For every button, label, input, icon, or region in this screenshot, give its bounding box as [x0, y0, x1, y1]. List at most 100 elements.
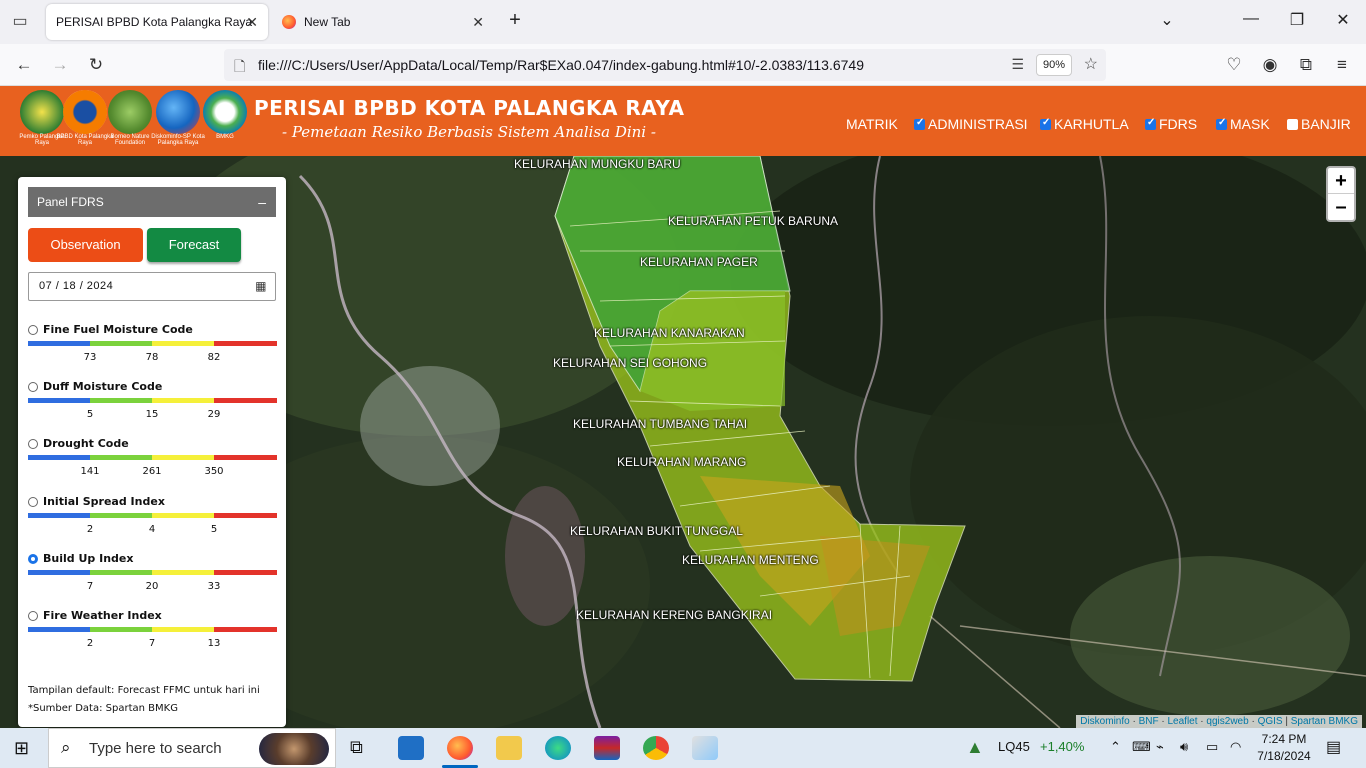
- attribution-link[interactable]: Leaflet: [1167, 716, 1197, 727]
- url-bar[interactable]: 🗋 file:///C:/Users/User/AppData/Local/Te…: [224, 49, 1106, 81]
- forecast-button[interactable]: Forecast: [147, 228, 241, 262]
- index-tick: 73: [83, 352, 97, 363]
- page-icon: 🗋: [234, 58, 246, 74]
- notification-icon[interactable]: ▤: [1326, 737, 1341, 757]
- taskbar-search[interactable]: ⌕ Type here to search: [48, 728, 336, 768]
- index-color-scale: [28, 398, 277, 403]
- show-hidden-icons-icon[interactable]: ⌃: [1110, 739, 1121, 755]
- observation-button[interactable]: Observation: [28, 228, 143, 262]
- index-color-scale: [28, 513, 277, 518]
- close-window-icon[interactable]: ✕: [1328, 10, 1358, 30]
- index-radio[interactable]: [28, 325, 38, 335]
- default-view-note: Tampilan default: Forecast FFMC untuk ha…: [28, 685, 260, 696]
- bmkg-logo: [203, 90, 247, 134]
- nav-karhutla[interactable]: KARHUTLA: [1040, 116, 1129, 132]
- edge-icon[interactable]: [545, 736, 571, 760]
- nav-mask[interactable]: MASK: [1216, 116, 1270, 132]
- file-explorer-icon[interactable]: [496, 736, 522, 760]
- windows-start-icon[interactable]: ⊞: [14, 738, 29, 759]
- banjir-checkbox[interactable]: [1287, 118, 1298, 130]
- firefox-icon[interactable]: [447, 736, 473, 760]
- index-tick: 2: [86, 638, 94, 649]
- close-tab-icon[interactable]: ✕: [472, 14, 484, 31]
- clock-time[interactable]: 7:24 PM: [1256, 732, 1312, 746]
- menu-icon[interactable]: ≡: [1330, 53, 1354, 77]
- pocket-icon[interactable]: ♡: [1222, 53, 1246, 77]
- nav-fdrs[interactable]: FDRS: [1145, 116, 1197, 132]
- index-tick: 5: [210, 524, 218, 535]
- minimize-icon[interactable]: —: [1236, 10, 1266, 28]
- app-subtitle: - Pemetaan Resiko Berbasis Sistem Analis…: [282, 123, 656, 141]
- paint-icon[interactable]: [692, 736, 718, 760]
- zoom-in-button[interactable]: +: [1328, 168, 1354, 194]
- nav-administrasi[interactable]: ADMINISTRASI: [914, 116, 1028, 132]
- network-icon[interactable]: ⌁: [1156, 739, 1164, 755]
- winrar-icon[interactable]: [594, 736, 620, 760]
- index-name: Duff Moisture Code: [43, 380, 163, 393]
- panel-minimize-button[interactable]: –: [258, 187, 266, 217]
- zoom-out-button[interactable]: –: [1328, 194, 1354, 220]
- index-build-up-index[interactable]: Build Up Index 7 20 33: [28, 552, 278, 602]
- wifi-icon[interactable]: ◠: [1230, 739, 1241, 755]
- mask-checkbox[interactable]: [1216, 117, 1227, 130]
- reader-view-icon[interactable]: ☰: [1011, 56, 1024, 73]
- index-radio[interactable]: [28, 382, 38, 392]
- administrasi-checkbox[interactable]: [914, 117, 925, 130]
- fdrs-checkbox[interactable]: [1145, 117, 1156, 130]
- index-drought-code[interactable]: Drought Code 141 261 350: [28, 437, 278, 487]
- account-icon[interactable]: ◉: [1258, 53, 1282, 77]
- new-tab-icon[interactable]: +: [500, 9, 530, 32]
- attribution-link[interactable]: BNF: [1139, 716, 1159, 727]
- index-fire-weather-index[interactable]: Fire Weather Index 2 7 13: [28, 609, 278, 659]
- calendar-icon[interactable]: ▦: [255, 273, 267, 300]
- zoom-level[interactable]: 90%: [1035, 54, 1072, 76]
- chrome-icon[interactable]: [643, 736, 669, 760]
- restore-icon[interactable]: ❐: [1282, 10, 1312, 30]
- url-text[interactable]: file:///C:/Users/User/AppData/Local/Temp…: [258, 57, 864, 73]
- tab-perisai[interactable]: PERISAI BPBD Kota Palangka Raya ✕: [46, 4, 268, 40]
- index-tick: 4: [148, 524, 156, 535]
- index-fine-fuel-moisture-code[interactable]: Fine Fuel Moisture Code 73 78 82: [28, 323, 278, 373]
- borneo-nature-logo: [108, 90, 152, 134]
- date-input[interactable]: 07 / 18 / 2024 ▦: [28, 272, 276, 301]
- index-radio[interactable]: [28, 497, 38, 507]
- back-icon[interactable]: ←: [12, 53, 36, 77]
- index-radio[interactable]: [28, 611, 38, 621]
- index-duff-moisture-code[interactable]: Duff Moisture Code 5 15 29: [28, 380, 278, 430]
- kelurahan-label: KELURAHAN SEI GOHONG: [553, 356, 708, 370]
- tab-label: New Tab: [304, 15, 351, 29]
- reload-icon[interactable]: ↻: [84, 53, 108, 77]
- attribution-link[interactable]: qgis2web: [1206, 716, 1248, 727]
- battery-icon[interactable]: ▭: [1206, 739, 1218, 755]
- volume-icon[interactable]: 🔊︎: [1180, 739, 1188, 755]
- extensions-icon[interactable]: ⧉: [1294, 53, 1318, 77]
- karhutla-checkbox[interactable]: [1040, 117, 1051, 130]
- nav-label: FDRS: [1159, 116, 1198, 132]
- index-initial-spread-index[interactable]: Initial Spread Index 2 4 5: [28, 495, 278, 545]
- attribution-link[interactable]: Spartan BMKG: [1291, 716, 1358, 727]
- keyboard-icon[interactable]: ⌨: [1132, 739, 1151, 755]
- attribution-link[interactable]: Diskominfo: [1080, 716, 1129, 727]
- index-tick: 20: [145, 581, 159, 592]
- attribution-link[interactable]: QGIS: [1258, 716, 1283, 727]
- index-radio[interactable]: [28, 439, 38, 449]
- stock-change[interactable]: +1,40%: [1040, 739, 1084, 754]
- stock-name[interactable]: LQ45: [998, 739, 1030, 754]
- tab-list-icon[interactable]: ▭: [8, 10, 32, 34]
- data-source-note: *Sumber Data: Spartan BMKG: [28, 703, 178, 714]
- mail-icon[interactable]: [398, 736, 424, 760]
- nav-banjir[interactable]: BANJIR: [1287, 116, 1351, 132]
- forward-icon[interactable]: →: [48, 53, 72, 77]
- kelurahan-label: KELURAHAN MENTENG: [682, 553, 819, 567]
- close-tab-icon[interactable]: ✕: [246, 14, 258, 31]
- index-name: Drought Code: [43, 437, 129, 450]
- list-all-tabs-icon[interactable]: ⌄: [1152, 10, 1182, 30]
- index-radio-selected[interactable]: [28, 554, 38, 564]
- nav-label: MATRIK: [846, 116, 898, 132]
- task-view-icon[interactable]: ⧉: [350, 737, 363, 758]
- tab-new-tab[interactable]: New Tab ✕: [272, 4, 494, 40]
- clock-date[interactable]: 7/18/2024: [1252, 749, 1316, 763]
- nav-matrik[interactable]: MATRIK: [846, 116, 898, 132]
- bookmark-star-icon[interactable]: ☆: [1084, 54, 1098, 74]
- index-name: Build Up Index: [43, 552, 134, 565]
